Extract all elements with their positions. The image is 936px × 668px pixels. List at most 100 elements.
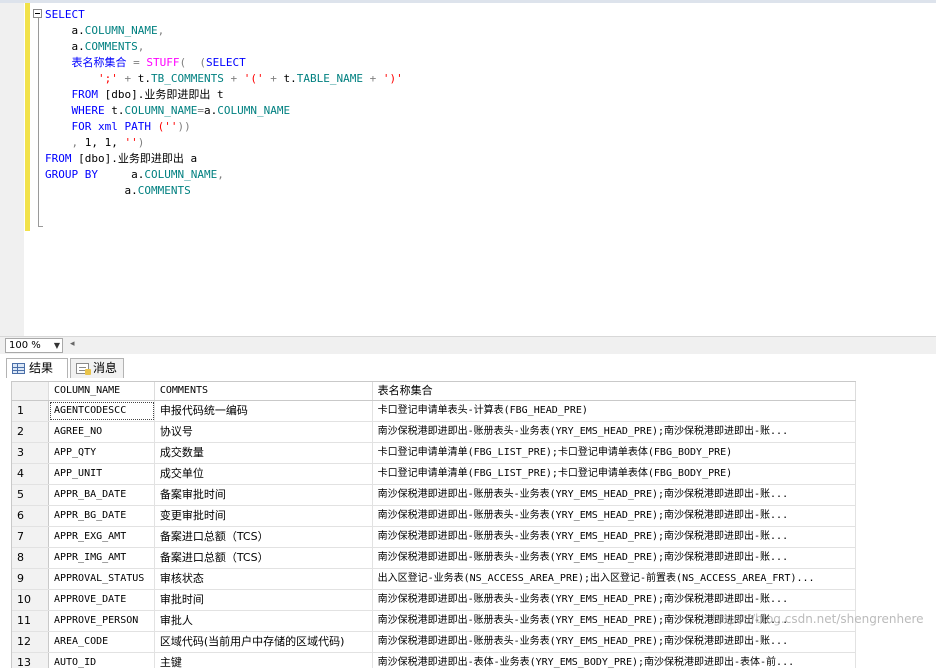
code-token: 业务即进即出 t (144, 88, 224, 101)
code-line[interactable]: 表名称集合 = STUFF( (SELECT (45, 55, 403, 71)
code-token: + (124, 72, 138, 85)
row-number-cell[interactable]: 1 (12, 401, 49, 421)
table-names-cell[interactable]: 南沙保税港即进即出-账册表头-业务表(YRY_EMS_HEAD_PRE);南沙保… (373, 422, 856, 442)
table-names-cell[interactable]: 南沙保税港即进即出-账册表头-业务表(YRY_EMS_HEAD_PRE);南沙保… (373, 590, 856, 610)
code-line[interactable]: GROUP BY a.COLUMN_NAME, (45, 167, 403, 183)
sql-code[interactable]: SELECT a.COLUMN_NAME, a.COMMENTS, 表名称集合 … (45, 7, 403, 199)
comments-cell[interactable]: 备案审批时间 (155, 485, 373, 505)
column-name-cell[interactable]: AUTO_ID (49, 653, 155, 668)
table-row[interactable]: 7 APPR_EXG_AMT 备案进口总额（TCS） 南沙保税港即进即出-账册表头-业… (12, 527, 856, 548)
column-header-column-name[interactable]: COLUMN_NAME (49, 382, 155, 400)
row-number-cell[interactable]: 2 (12, 422, 49, 442)
column-name-cell[interactable]: APPR_EXG_AMT (49, 527, 155, 547)
table-row[interactable]: 9 APPROVAL_STATUS 审核状态 出入区登记-业务表(NS_ACCESS_… (12, 569, 856, 590)
row-number-cell[interactable]: 11 (12, 611, 49, 631)
comments-cell[interactable]: 变更审批时间 (155, 506, 373, 526)
table-row[interactable]: 4 APP_UNIT 成交单位 卡口登记申请单清单(FBG_LIST_PRE);卡口登… (12, 464, 856, 485)
code-token: TABLE_NAME (296, 72, 363, 85)
column-name-cell[interactable]: APP_QTY (49, 443, 155, 463)
code-line[interactable]: FROM [dbo].业务即进即出 t (45, 87, 403, 103)
zoom-select[interactable]: 100 % ▼ (5, 338, 63, 353)
code-line[interactable]: a.COMMENTS (45, 183, 403, 199)
table-names-cell[interactable]: 南沙保税港即进即出-账册表头-业务表(YRY_EMS_HEAD_PRE);南沙保… (373, 485, 856, 505)
row-number-cell[interactable]: 7 (12, 527, 49, 547)
comments-cell[interactable]: 成交单位 (155, 464, 373, 484)
code-line[interactable]: SELECT (45, 7, 403, 23)
table-names-cell[interactable]: 卡口登记申请单清单(FBG_LIST_PRE);卡口登记申请单表体(FBG_BO… (373, 443, 856, 463)
column-name-cell[interactable]: APPR_IMG_AMT (49, 548, 155, 568)
row-number-cell[interactable]: 3 (12, 443, 49, 463)
column-header-comments[interactable]: COMMENTS (155, 382, 373, 400)
collapse-toggle-icon[interactable] (33, 9, 42, 18)
table-names-cell[interactable]: 卡口登记申请单清单(FBG_LIST_PRE);卡口登记申请单表体(FBG_BO… (373, 464, 856, 484)
row-number-cell[interactable]: 6 (12, 506, 49, 526)
row-number-cell[interactable]: 10 (12, 590, 49, 610)
row-number-cell[interactable]: 8 (12, 548, 49, 568)
table-names-cell[interactable]: 南沙保税港即进即出-账册表头-业务表(YRY_EMS_HEAD_PRE);南沙保… (373, 506, 856, 526)
code-token: )) (177, 120, 191, 133)
column-name-cell[interactable]: APP_UNIT (49, 464, 155, 484)
comments-cell[interactable]: 成交数量 (155, 443, 373, 463)
column-name-cell[interactable]: APPROVAL_STATUS (49, 569, 155, 589)
code-token: [dbo]. (104, 88, 145, 101)
table-row[interactable]: 6 APPR_BG_DATE 变更审批时间 南沙保税港即进即出-账册表头-业务表(YR… (12, 506, 856, 527)
table-names-cell[interactable]: 南沙保税港即进即出-表体-业务表(YRY_EMS_BODY_PRE);南沙保税港… (373, 653, 856, 668)
row-number-cell[interactable]: 5 (12, 485, 49, 505)
row-number-header[interactable] (12, 382, 49, 400)
column-name-cell[interactable]: APPROVE_DATE (49, 590, 155, 610)
table-names-cell[interactable]: 卡口登记申请单表头-计算表(FBG_HEAD_PRE) (373, 401, 856, 421)
table-row[interactable]: 1 AGENTCODESCC 申报代码统一编码 卡口登记申请单表头-计算表(FBG_H… (12, 401, 856, 422)
table-row[interactable]: 8 APPR_IMG_AMT 备案进口总额（TCS） 南沙保税港即进即出-账册表头-业… (12, 548, 856, 569)
code-line[interactable]: , 1, 1, '') (45, 135, 403, 151)
code-token: + (223, 72, 244, 85)
comments-cell[interactable]: 申报代码统一编码 (155, 401, 373, 421)
comments-cell[interactable]: 备案进口总额（TCS） (155, 548, 373, 568)
column-name-cell[interactable]: APPR_BG_DATE (49, 506, 155, 526)
table-row[interactable]: 12 AREA_CODE 区域代码(当前用户中存储的区域代码) 南沙保税港即进即出-账… (12, 632, 856, 653)
sql-editor[interactable]: SELECT a.COLUMN_NAME, a.COMMENTS, 表名称集合 … (0, 3, 936, 336)
table-names-cell[interactable]: 出入区登记-业务表(NS_ACCESS_AREA_PRE);出入区登记-前置表(… (373, 569, 856, 589)
table-row[interactable]: 5 APPR_BA_DATE 备案审批时间 南沙保税港即进即出-账册表头-业务表(YR… (12, 485, 856, 506)
table-row[interactable]: 2 AGREE_NO 协议号 南沙保税港即进即出-账册表头-业务表(YRY_EMS_H… (12, 422, 856, 443)
code-line[interactable]: FROM [dbo].业务即进即出 a (45, 151, 403, 167)
table-row[interactable]: 3 APP_QTY 成交数量 卡口登记申请单清单(FBG_LIST_PRE);卡口登记… (12, 443, 856, 464)
row-number-cell[interactable]: 12 (12, 632, 49, 652)
code-line[interactable]: FOR xml PATH ('')) (45, 119, 403, 135)
column-name-cell[interactable]: APPR_BA_DATE (49, 485, 155, 505)
code-token: COLUMN_NAME (144, 168, 218, 181)
row-number-cell[interactable]: 13 (12, 653, 49, 668)
code-line[interactable]: ';' + t.TB_COMMENTS + '(' + t.TABLE_NAME… (45, 71, 403, 87)
row-number-cell[interactable]: 9 (12, 569, 49, 589)
column-name-cell[interactable]: APPROVE_PERSON (49, 611, 155, 631)
table-names-cell[interactable]: 南沙保税港即进即出-账册表头-业务表(YRY_EMS_HEAD_PRE);南沙保… (373, 527, 856, 547)
zoom-value: 100 % (9, 340, 41, 351)
tab-results[interactable]: 结果 (6, 358, 68, 378)
column-name-cell[interactable]: AREA_CODE (49, 632, 155, 652)
comments-cell[interactable]: 审批时间 (155, 590, 373, 610)
table-names-cell[interactable]: 南沙保税港即进即出-账册表头-业务表(YRY_EMS_HEAD_PRE);南沙保… (373, 632, 856, 652)
code-token: COLUMN_NAME (124, 104, 198, 117)
scroll-left-arrow-icon[interactable]: ◂ (70, 339, 75, 349)
comments-cell[interactable]: 主键 (155, 653, 373, 668)
code-token: ) (137, 136, 145, 149)
comments-cell[interactable]: 审核状态 (155, 569, 373, 589)
watermark: https://blog.csdn.net/shengrenhere (712, 612, 924, 626)
comments-cell[interactable]: 审批人 (155, 611, 373, 631)
code-token: , (217, 168, 224, 181)
comments-cell[interactable]: 备案进口总额（TCS） (155, 527, 373, 547)
column-header-table-names[interactable]: 表名称集合 (373, 382, 856, 400)
column-name-cell[interactable]: AGREE_NO (49, 422, 155, 442)
tab-messages[interactable]: 消息 (70, 358, 124, 378)
column-name-cell[interactable]: AGENTCODESCC (49, 401, 155, 421)
code-token: [dbo]. (78, 152, 118, 165)
code-line[interactable]: WHERE t.COLUMN_NAME=a.COLUMN_NAME (45, 103, 403, 119)
code-line[interactable]: a.COLUMN_NAME, (45, 23, 403, 39)
comments-cell[interactable]: 协议号 (155, 422, 373, 442)
table-row[interactable]: 13 AUTO_ID 主键 南沙保税港即进即出-表体-业务表(YRY_EMS_BODY… (12, 653, 856, 668)
row-number-cell[interactable]: 4 (12, 464, 49, 484)
table-row[interactable]: 10 APPROVE_DATE 审批时间 南沙保税港即进即出-账册表头-业务表(YRY… (12, 590, 856, 611)
table-names-cell[interactable]: 南沙保税港即进即出-账册表头-业务表(YRY_EMS_HEAD_PRE);南沙保… (373, 548, 856, 568)
comments-cell[interactable]: 区域代码(当前用户中存储的区域代码) (155, 632, 373, 652)
code-line[interactable]: a.COMMENTS, (45, 39, 403, 55)
code-token: xml (97, 120, 125, 133)
